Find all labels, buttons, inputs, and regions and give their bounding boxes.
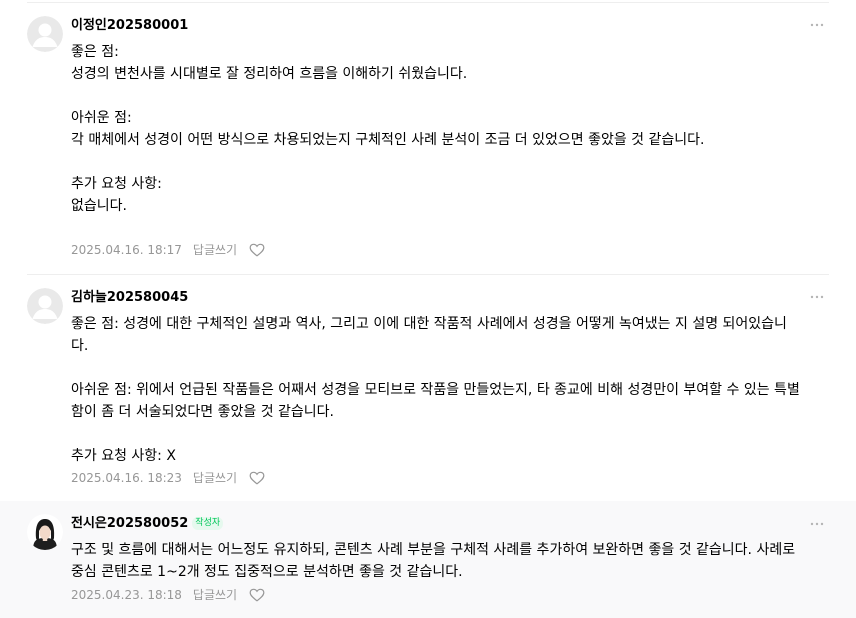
reply-button[interactable]: 답글쓰기: [193, 242, 237, 258]
default-avatar-icon[interactable]: [27, 16, 63, 52]
nickname-text[interactable]: 김하늘202580045: [71, 290, 188, 305]
comment-date: 2025.04.16. 18:17: [71, 243, 182, 257]
comment-date: 2025.04.23. 18:18: [71, 588, 182, 602]
profile-photo-icon[interactable]: [27, 514, 63, 550]
comment-body: 좋은 점: 성경의 변천사를 시대별로 잘 정리하여 흐름을 이해하기 쉬웠습니…: [71, 44, 705, 214]
comment-nickname[interactable]: 전시은202580052 작성자: [71, 515, 224, 533]
more-dots-icon[interactable]: [810, 519, 824, 529]
comment-nickname[interactable]: 이정인202580001: [71, 17, 188, 35]
nickname-text[interactable]: 이정인202580001: [71, 18, 188, 33]
comment-body: 좋은 점: 성경에 대한 구체적인 설명과 역사, 그리고 이에 대한 작품적 …: [71, 316, 800, 464]
more-dots-icon[interactable]: [810, 20, 824, 30]
heart-outline-icon[interactable]: [249, 471, 265, 485]
comment-meta: 2025.04.16. 18:17 답글쓰기: [71, 242, 265, 258]
comment-body: 구조 및 흐름에 대해서는 어느정도 유지하되, 콘텐츠 사례 부분을 구체적 …: [71, 542, 800, 580]
comment-item: 김하늘202580045 좋은 점: 성경에 대한 구체적인 설명과 역사, 그…: [0, 275, 856, 501]
comment-item: 이정인202580001 좋은 점: 성경의 변천사를 시대별로 잘 정리하여 …: [0, 3, 856, 275]
comment-meta: 2025.04.23. 18:18 답글쓰기: [71, 587, 265, 603]
more-dots-icon[interactable]: [810, 292, 824, 302]
reply-button[interactable]: 답글쓰기: [193, 587, 237, 603]
author-badge: 작성자: [192, 517, 224, 530]
comment-date: 2025.04.16. 18:23: [71, 471, 182, 485]
comment-item-author: 전시은202580052 작성자 구조 및 흐름에 대해서는 어느정도 유지하되,…: [0, 501, 856, 618]
reply-button[interactable]: 답글쓰기: [193, 470, 237, 486]
nickname-text[interactable]: 전시은202580052: [71, 516, 188, 531]
heart-outline-icon[interactable]: [249, 588, 265, 602]
comment-meta: 2025.04.16. 18:23 답글쓰기: [71, 470, 265, 486]
heart-outline-icon[interactable]: [249, 243, 265, 257]
default-avatar-icon[interactable]: [27, 288, 63, 324]
comment-nickname[interactable]: 김하늘202580045: [71, 289, 188, 307]
